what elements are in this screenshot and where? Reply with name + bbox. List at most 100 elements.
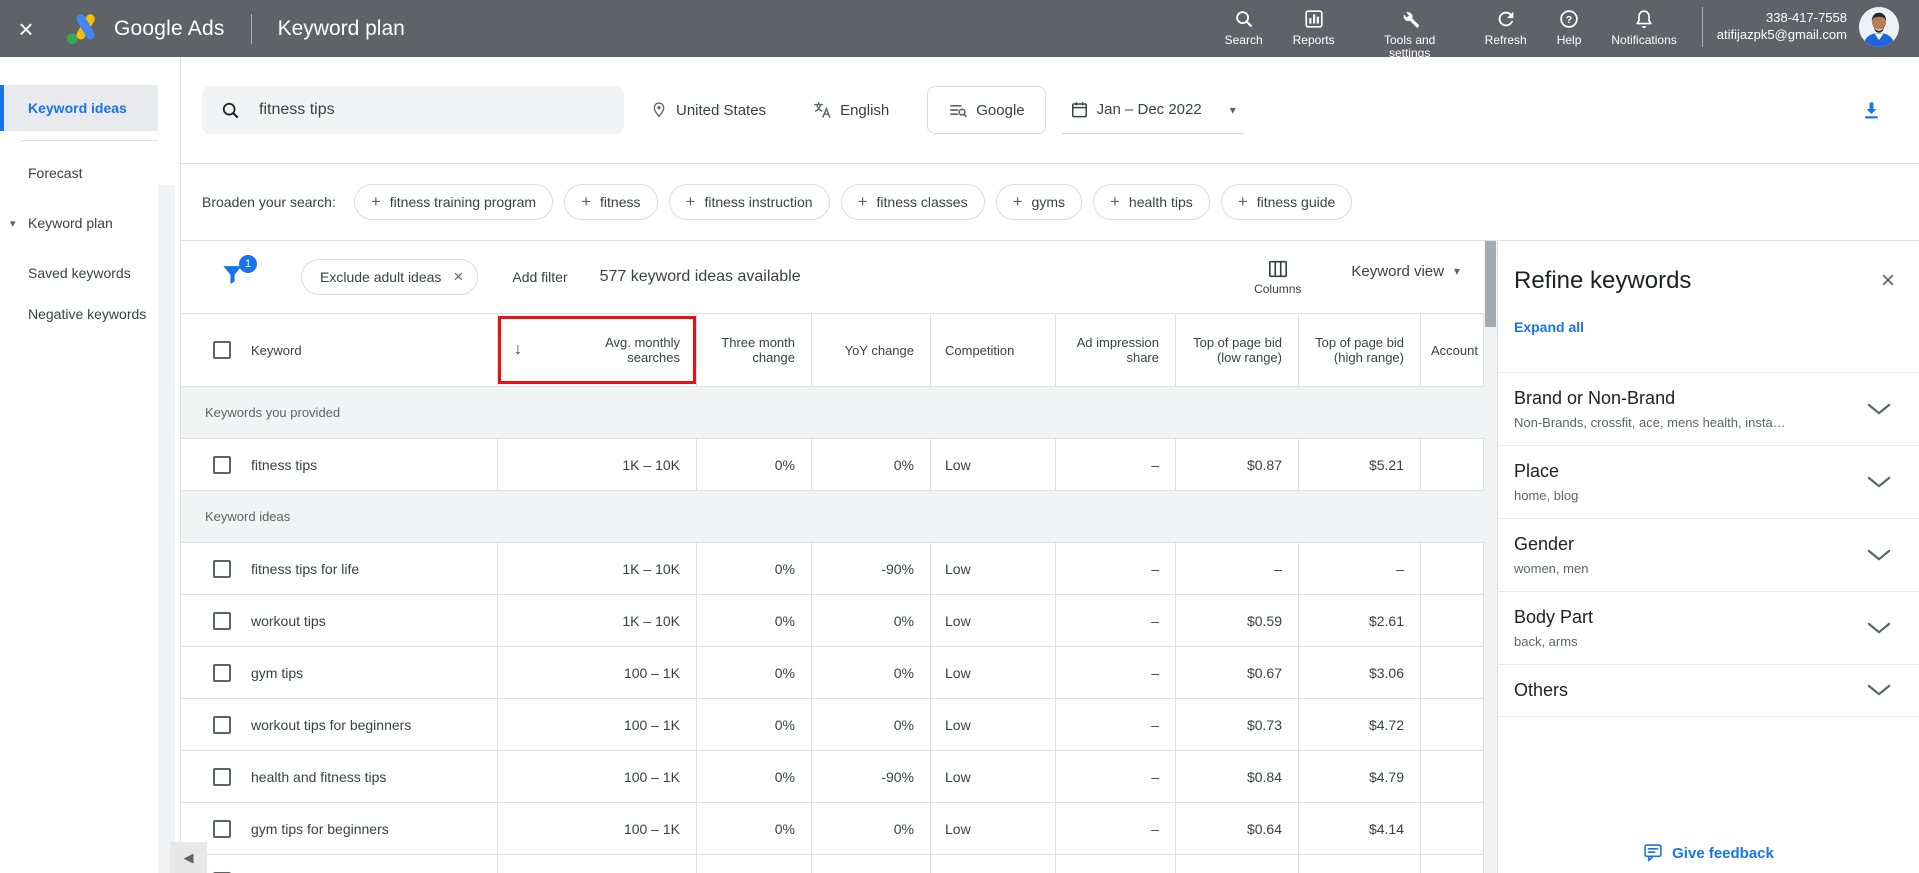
language-selector[interactable]: English — [812, 100, 889, 120]
avatar[interactable] — [1859, 6, 1899, 47]
notifications-button[interactable]: Notifications — [1596, 7, 1691, 47]
row-checkbox[interactable] — [213, 819, 231, 838]
avg-monthly-cell: 1K – 10K — [498, 543, 697, 594]
keyword-search-input[interactable]: fitness tips — [202, 86, 624, 134]
chip-label: fitness guide — [1256, 194, 1336, 210]
svg-text:?: ? — [1566, 13, 1572, 25]
row-checkbox[interactable] — [213, 611, 231, 630]
header-three-month-change[interactable]: Three month change — [697, 314, 812, 386]
broaden-chip[interactable]: + fitness training program — [353, 184, 554, 220]
sidebar-item-label: Negative keywords — [28, 306, 147, 322]
refine-section[interactable]: Body Part back, arms — [1498, 592, 1919, 665]
three-month-cell: 0% — [697, 439, 812, 490]
bid-high-cell: $3.68 — [1299, 855, 1421, 873]
header-label: Avg. monthly searches — [605, 335, 680, 365]
row-checkbox[interactable] — [213, 715, 231, 734]
sidebar-item-saved-keywords[interactable]: Saved keywords — [0, 250, 158, 296]
remove-filter-icon[interactable]: × — [453, 267, 463, 287]
yoy-cell: -90% — [812, 543, 931, 594]
table-section-label: Keywords you provided — [181, 387, 1484, 439]
date-range-selector[interactable]: Jan – Dec 2022 ▾ — [1061, 86, 1244, 134]
select-all-checkbox[interactable] — [213, 341, 231, 359]
header-yoy-change[interactable]: YoY change — [812, 314, 931, 386]
keyword-text: gym tips — [251, 664, 304, 681]
sidebar-item-label: Saved keywords — [28, 265, 131, 281]
add-icon: + — [370, 192, 381, 211]
broaden-chip[interactable]: + fitness — [564, 184, 658, 220]
chevron-down-icon — [1867, 403, 1891, 414]
row-checkbox[interactable] — [213, 767, 231, 786]
columns-button[interactable]: Columns — [1254, 259, 1301, 296]
close-icon[interactable]: × — [0, 16, 52, 42]
add-icon: + — [1109, 192, 1120, 211]
scroll-left-button[interactable]: ◀ — [170, 842, 207, 873]
header-keyword[interactable]: Keyword — [181, 314, 498, 386]
add-filter-button[interactable]: Add filter — [512, 269, 567, 285]
broaden-chip[interactable]: + fitness classes — [840, 184, 985, 220]
help-button[interactable]: ? Help — [1542, 7, 1597, 47]
reports-icon — [1303, 7, 1325, 31]
refine-sections: Brand or Non-Brand Non-Brands, crossfit, … — [1498, 373, 1919, 717]
header-label: Three month change — [721, 335, 795, 365]
header-avg-monthly-searches-highlighted[interactable]: ↓ Avg. monthly searches — [498, 314, 697, 386]
translate-icon — [814, 101, 831, 118]
reports-nav-button[interactable]: Reports — [1278, 7, 1350, 47]
bell-icon — [1633, 7, 1655, 31]
bid-low-cell: $0.67 — [1176, 647, 1299, 698]
tools-settings-button[interactable]: Tools and settings — [1350, 7, 1470, 60]
lower-region: 1 Exclude adult ideas × Add filter 577 k… — [181, 241, 1919, 873]
filter-bar: 1 Exclude adult ideas × Add filter 577 k… — [181, 241, 1484, 313]
filter-chip-exclude-adult[interactable]: Exclude adult ideas × — [301, 259, 479, 295]
header-bid-low[interactable]: Top of page bid (low range) — [1176, 314, 1299, 386]
close-icon[interactable]: × — [1881, 269, 1895, 293]
row-checkbox[interactable] — [213, 455, 231, 474]
three-month-cell: 0% — [697, 751, 812, 802]
network-selector[interactable]: Google — [927, 86, 1046, 134]
location-selector[interactable]: United States — [650, 101, 766, 119]
header-label: Keyword — [251, 342, 302, 358]
header-account[interactable]: Account — [1421, 314, 1484, 386]
account-phone: 338-417-7558 — [1766, 9, 1847, 25]
wrench-icon — [1399, 7, 1421, 31]
table-row: gym tips 100 – 1K 0% 0% Low – $0.67 $3.06 — [181, 647, 1484, 699]
sidebar-item-keyword-ideas[interactable]: Keyword ideas — [0, 85, 158, 131]
page-scrollbar[interactable] — [158, 57, 181, 873]
keyword-view-selector[interactable]: Keyword view ▾ — [1351, 263, 1460, 280]
broaden-chip[interactable]: + health tips — [1092, 184, 1210, 220]
refine-section[interactable]: Brand or Non-Brand Non-Brands, crossfit, … — [1498, 373, 1919, 446]
refine-section[interactable]: Gender women, men — [1498, 519, 1919, 592]
sort-descending-icon: ↓ — [514, 341, 522, 358]
account-cell — [1421, 595, 1484, 646]
sidebar-item-keyword-plan[interactable]: ▾ Keyword plan — [0, 200, 158, 246]
expand-all-link[interactable]: Expand all — [1514, 319, 1584, 335]
row-checkbox[interactable] — [213, 663, 231, 682]
chip-label: fitness instruction — [704, 194, 813, 210]
account-info[interactable]: 338-417-7558 atifijazpk5@gmail.com — [1717, 9, 1847, 43]
download-button[interactable] — [1860, 99, 1883, 122]
yoy-cell: 0% — [812, 855, 931, 873]
ad-impression-cell: – — [1056, 543, 1176, 594]
refine-section[interactable]: Others — [1498, 665, 1919, 717]
view-label: Keyword view — [1351, 262, 1444, 280]
refine-section[interactable]: Place home, blog — [1498, 446, 1919, 519]
refresh-button[interactable]: Refresh — [1470, 7, 1542, 47]
scrollbar-thumb[interactable] — [1485, 241, 1496, 327]
header-competition[interactable]: Competition — [931, 314, 1056, 386]
refine-section-title: Place — [1514, 461, 1560, 481]
search-nav-button[interactable]: Search — [1210, 7, 1278, 47]
row-checkbox[interactable] — [213, 559, 231, 578]
sidebar-item-forecast[interactable]: Forecast — [0, 150, 158, 196]
yoy-cell: 0% — [812, 699, 931, 750]
filter-icon[interactable]: 1 — [221, 254, 257, 293]
yoy-cell: 0% — [812, 595, 931, 646]
sidebar-item-label: Keyword ideas — [28, 100, 127, 116]
bid-low-cell: $0.59 — [1176, 595, 1299, 646]
broaden-chip[interactable]: + fitness instruction — [668, 184, 830, 220]
sidebar-item-negative-keywords[interactable]: Negative keywords — [0, 300, 158, 360]
broaden-chip[interactable]: + fitness guide — [1220, 184, 1353, 220]
table-scrollbar[interactable] — [1484, 241, 1497, 873]
broaden-chip[interactable]: + gyms — [995, 184, 1082, 220]
header-ad-impression-share[interactable]: Ad impression share — [1056, 314, 1176, 386]
give-feedback-button[interactable]: Give feedback — [1498, 843, 1919, 863]
header-bid-high[interactable]: Top of page bid (high range) — [1299, 314, 1421, 386]
